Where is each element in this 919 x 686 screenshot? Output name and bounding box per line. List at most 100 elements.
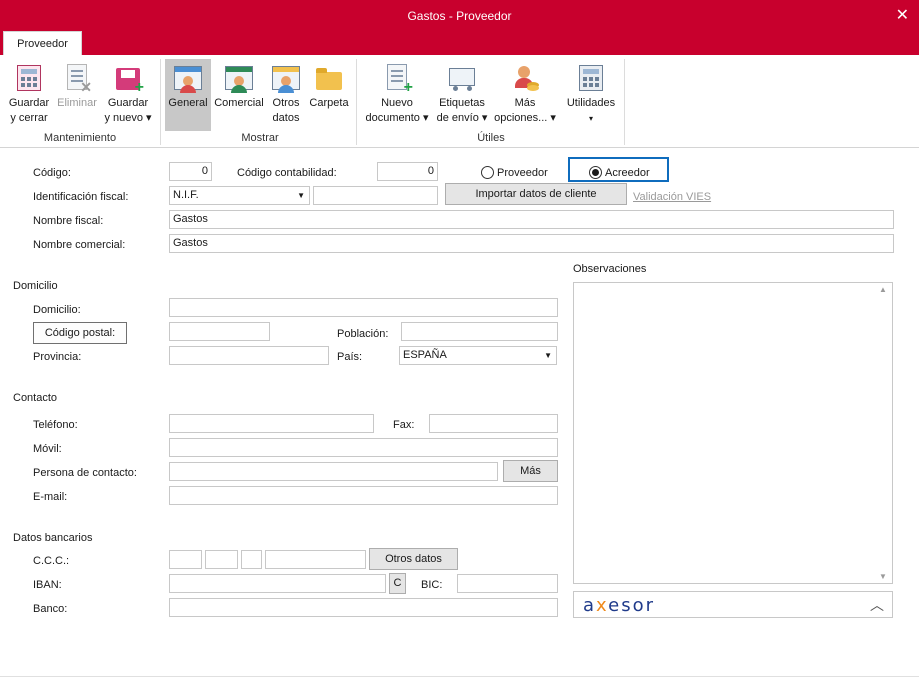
mas-opciones-button[interactable]: Más opciones... ▾ [491, 59, 559, 131]
chevron-down-icon[interactable]: ▼ [544, 347, 552, 364]
persona-contacto-label: Persona de contacto: [33, 467, 137, 479]
domicilio-input[interactable] [169, 298, 558, 317]
ccc-entidad-input[interactable] [169, 550, 202, 569]
otros-datos-label-1: Otros [272, 97, 300, 109]
axesor-panel[interactable]: axesor ︿ [573, 591, 893, 618]
otros-datos-button[interactable]: Otros datos [268, 59, 304, 131]
codigo-input[interactable]: 0 [169, 162, 212, 181]
ccc-oficina-input[interactable] [205, 550, 238, 569]
provincia-label: Provincia: [33, 351, 82, 363]
proveedor-radio-label: Proveedor [497, 167, 548, 179]
utilidades-label: Utilidades [566, 97, 616, 109]
acreedor-focus-box[interactable]: Acreedor [568, 157, 669, 182]
otros-datos-label-2: datos [272, 112, 300, 124]
axesor-logo: axesor [583, 595, 656, 616]
telefono-input[interactable] [169, 414, 374, 433]
ccc-cuenta-input[interactable] [265, 550, 366, 569]
carpeta-button[interactable]: Carpeta [306, 59, 352, 131]
nombre-comercial-label: Nombre comercial: [33, 239, 126, 251]
general-button[interactable]: General [165, 59, 211, 131]
proveedor-radio[interactable] [481, 166, 494, 179]
chevron-up-icon[interactable]: ︿ [870, 595, 884, 615]
nif-input[interactable] [313, 186, 438, 205]
codigo-contabilidad-input[interactable]: 0 [377, 162, 438, 181]
codigo-label: Código: [33, 167, 71, 179]
persona-contacto-input[interactable] [169, 462, 498, 481]
scroll-down-icon[interactable]: ▼ [879, 572, 887, 581]
movil-label: Móvil: [33, 443, 62, 455]
ribbon-separator [624, 59, 625, 145]
email-label: E-mail: [33, 491, 68, 503]
chevron-down-icon[interactable]: ▼ [297, 187, 305, 204]
datos-bancarios-section-title: Datos bancarios [13, 532, 93, 544]
nombre-comercial-input[interactable]: Gastos [169, 234, 894, 253]
codigo-postal-button[interactable]: Código postal: [33, 322, 127, 344]
save-close-icon [13, 62, 45, 94]
etiquetas-envio-button[interactable]: Etiquetas de envío ▾ [435, 59, 489, 131]
email-input[interactable] [169, 486, 558, 505]
guardar-cerrar-button[interactable]: Guardar y cerrar [5, 59, 53, 131]
codigo-postal-input[interactable] [169, 322, 270, 341]
close-icon[interactable]: ✕ [896, 5, 909, 25]
group-mantenimiento: Mantenimiento [43, 132, 117, 144]
pais-value: ESPAÑA [403, 349, 447, 361]
nombre-fiscal-input[interactable]: Gastos [169, 210, 894, 229]
poblacion-input[interactable] [401, 322, 558, 341]
eliminar-button[interactable]: ✕ Eliminar [55, 59, 99, 131]
acreedor-radio[interactable] [589, 166, 602, 179]
fax-input[interactable] [429, 414, 558, 433]
nombre-fiscal-label: Nombre fiscal: [33, 215, 104, 227]
movil-input[interactable] [169, 438, 558, 457]
tab-proveedor[interactable]: Proveedor [3, 31, 82, 55]
contacto-section-title: Contacto [13, 392, 58, 404]
nuevo-documento-button[interactable]: + Nuevo documento ▾ [361, 59, 433, 131]
importar-datos-cliente-button[interactable]: Importar datos de cliente [445, 183, 627, 205]
provincia-input[interactable] [169, 346, 329, 365]
ribbon-separator [160, 59, 161, 145]
scroll-up-icon[interactable]: ▲ [879, 285, 887, 294]
acreedor-radio-label: Acreedor [605, 167, 650, 179]
guardar-nuevo-label-1: Guardar [107, 97, 149, 109]
guardar-nuevo-label-2: y nuevo ▾ [104, 112, 152, 124]
codigo-contabilidad-label: Código contabilidad: [237, 167, 337, 179]
observaciones-textarea[interactable]: ▲ ▼ [573, 282, 893, 584]
banco-label: Banco: [33, 603, 68, 615]
mas-button[interactable]: Más [503, 460, 558, 482]
ribbon: Guardar y cerrar ✕ Eliminar + Guardar y … [0, 55, 919, 148]
observaciones-scrollbar[interactable]: ▲ ▼ [876, 283, 892, 583]
observaciones-label: Observaciones [573, 263, 647, 275]
etiquetas-label-1: Etiquetas [439, 97, 485, 109]
iban-calc-button[interactable]: C [389, 573, 406, 594]
mas-opciones-label-1: Más [514, 97, 536, 109]
identificacion-fiscal-label: Identificación fiscal: [33, 191, 129, 203]
pais-label: País: [337, 351, 363, 363]
iban-label: IBAN: [33, 579, 62, 591]
tipo-identificacion-select[interactable]: N.I.F. ▼ [169, 186, 310, 205]
utilidades-dropdown-arrow: ▾ [588, 114, 593, 123]
ccc-dc-input[interactable] [241, 550, 262, 569]
nuevo-documento-label-1: Nuevo [381, 97, 413, 109]
title-bar: Gastos - Proveedor ✕ [0, 0, 919, 31]
iban-input[interactable] [169, 574, 386, 593]
banco-input[interactable] [169, 598, 558, 617]
fax-label: Fax: [393, 419, 415, 431]
eliminar-label: Eliminar [57, 97, 97, 109]
comercial-button[interactable]: Comercial [213, 59, 265, 131]
more-options-icon [509, 62, 541, 94]
calculator-icon [575, 62, 607, 94]
general-card-icon [172, 62, 204, 94]
mas-opciones-label-2: opciones... ▾ [494, 112, 556, 124]
nuevo-documento-label-2: documento ▾ [365, 112, 429, 124]
bic-input[interactable] [457, 574, 558, 593]
window-bottom-border [0, 676, 919, 677]
pais-select[interactable]: ESPAÑA ▼ [399, 346, 557, 365]
guardar-nuevo-button[interactable]: + Guardar y nuevo ▾ [103, 59, 153, 131]
save-new-icon: + [112, 62, 144, 96]
utilidades-button[interactable]: Utilidades ▾ [562, 59, 620, 131]
otros-datos-bancarios-button[interactable]: Otros datos [369, 548, 458, 570]
comercial-label: Comercial [214, 97, 264, 109]
validacion-vies-link[interactable]: Validación VIES [633, 191, 711, 203]
tipo-identificacion-value: N.I.F. [173, 189, 199, 201]
domicilio-label: Domicilio: [33, 304, 81, 316]
folder-icon [313, 62, 345, 94]
